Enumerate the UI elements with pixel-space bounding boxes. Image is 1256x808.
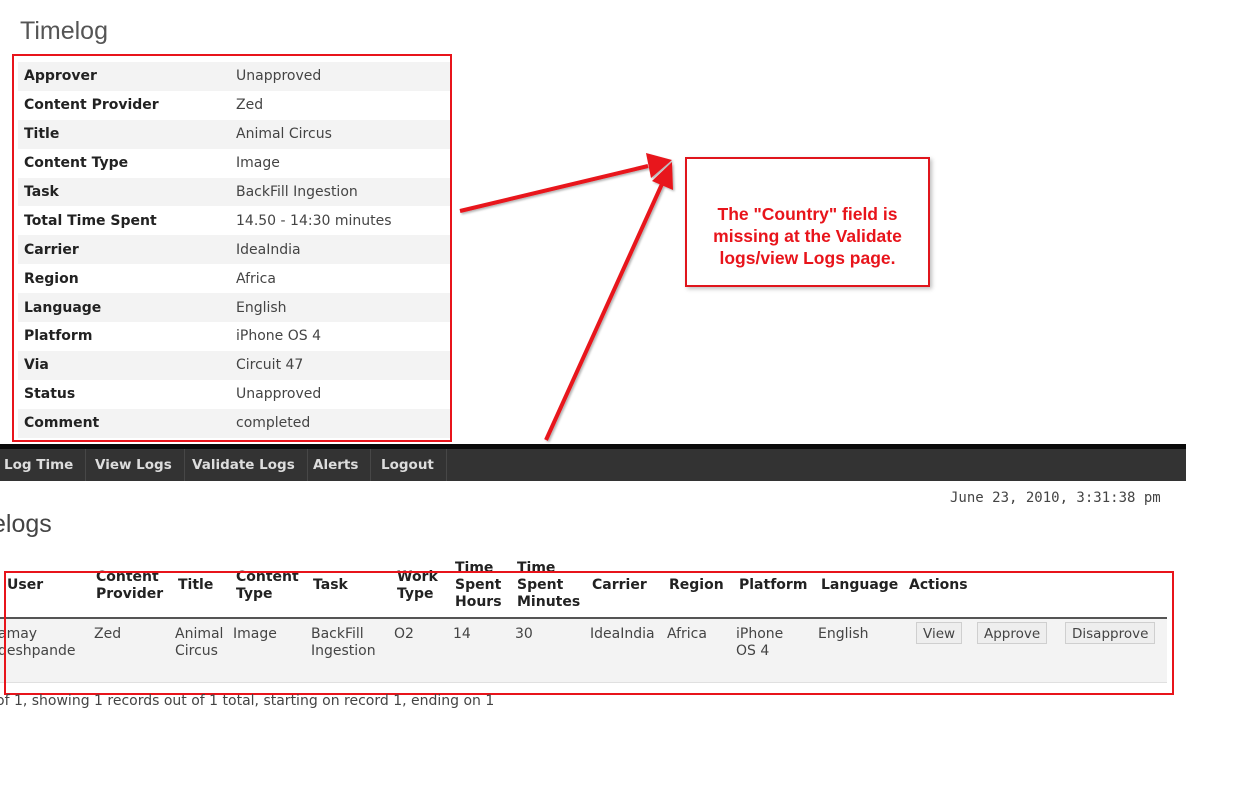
arrow-to-table-icon bbox=[544, 162, 673, 441]
arrow-to-detail-icon bbox=[459, 153, 672, 213]
current-datetime: June 23, 2010, 3:31:38 pm bbox=[950, 490, 1161, 506]
annotation-line: logs/view Logs page. bbox=[719, 248, 896, 268]
highlight-box-table bbox=[4, 571, 1174, 695]
highlight-box-detail bbox=[12, 54, 452, 442]
annotation-line: The "Country" field is bbox=[717, 204, 898, 224]
page-title: elogs bbox=[0, 510, 52, 538]
nav-validate-logs[interactable]: Validate Logs bbox=[180, 449, 308, 481]
annotation-text: The "Country" field is missing at the Va… bbox=[687, 203, 928, 269]
nav-log-time[interactable]: Log Time bbox=[0, 449, 87, 481]
nav-alerts[interactable]: Alerts bbox=[301, 449, 372, 481]
pagination-summary: of 1, showing 1 records out of 1 total, … bbox=[0, 693, 495, 709]
timelog-detail-title: Timelog bbox=[20, 17, 108, 45]
nav-view-logs[interactable]: View Logs bbox=[83, 449, 185, 481]
main-nav: Log Time View Logs Validate Logs Alerts … bbox=[0, 449, 1186, 481]
nav-logout[interactable]: Logout bbox=[369, 449, 447, 481]
annotation-callout: The "Country" field is missing at the Va… bbox=[685, 157, 930, 287]
annotation-line: missing at the Validate bbox=[713, 226, 902, 246]
